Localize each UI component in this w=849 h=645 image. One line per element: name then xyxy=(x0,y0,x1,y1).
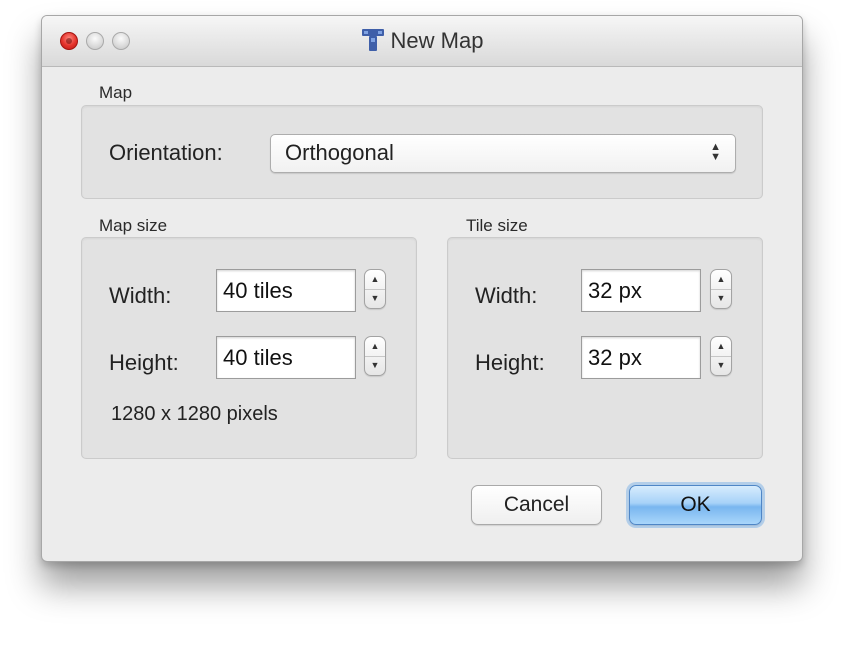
tile-height-input[interactable]: 32 px xyxy=(581,336,701,379)
stepper-down-icon[interactable]: ▼ xyxy=(365,289,385,308)
select-arrows-icon: ▲ ▼ xyxy=(710,141,721,163)
map-height-stepper[interactable]: ▲ ▼ xyxy=(364,336,386,376)
ok-button[interactable]: OK xyxy=(629,485,762,525)
map-pixel-size-text: 1280 x 1280 pixels xyxy=(111,403,278,425)
map-section-label: Map xyxy=(99,83,133,102)
window-title: New Map xyxy=(390,28,484,53)
orientation-value: Orthogonal xyxy=(285,140,394,165)
stepper-up-icon[interactable]: ▲ xyxy=(711,337,731,357)
stepper-up-icon[interactable]: ▲ xyxy=(365,337,385,357)
map-width-input[interactable]: 40 tiles xyxy=(216,269,356,312)
tile-size-group-box: Width: 32 px ▲ ▼ Height: 32 px ▲ ▼ xyxy=(447,237,763,459)
title-bar[interactable]: New Map xyxy=(42,16,802,67)
map-size-group-box: Width: 40 tiles ▲ ▼ Height: 40 tiles ▲ ▼… xyxy=(81,237,417,459)
tile-width-stepper[interactable]: ▲ ▼ xyxy=(710,269,732,309)
new-map-dialog: New Map Map Orientation: Orthogonal ▲ ▼ M… xyxy=(41,15,803,562)
stepper-down-icon[interactable]: ▼ xyxy=(711,289,731,308)
stepper-up-icon[interactable]: ▲ xyxy=(365,270,385,290)
stepper-up-icon[interactable]: ▲ xyxy=(711,270,731,290)
orientation-select[interactable]: Orthogonal ▲ ▼ xyxy=(270,134,736,173)
map-height-label: Height: xyxy=(109,350,179,375)
map-size-section-label: Map size xyxy=(99,216,168,235)
tile-width-label: Width: xyxy=(475,283,538,308)
stepper-down-icon[interactable]: ▼ xyxy=(711,356,731,375)
orientation-label: Orientation: xyxy=(109,140,223,165)
map-width-stepper[interactable]: ▲ ▼ xyxy=(364,269,386,309)
tile-height-label: Height: xyxy=(475,350,545,375)
tile-height-stepper[interactable]: ▲ ▼ xyxy=(710,336,732,376)
map-width-label: Width: xyxy=(109,283,172,308)
tile-width-input[interactable]: 32 px xyxy=(581,269,701,312)
desktop-backdrop: New Map Map Orientation: Orthogonal ▲ ▼ M… xyxy=(0,0,849,645)
map-height-input[interactable]: 40 tiles xyxy=(216,336,356,379)
cancel-button[interactable]: Cancel xyxy=(471,485,602,525)
stepper-down-icon[interactable]: ▼ xyxy=(365,356,385,375)
window-title-group: New Map xyxy=(42,28,802,58)
tiled-app-icon xyxy=(361,28,385,58)
map-group-box: Orientation: Orthogonal ▲ ▼ xyxy=(81,105,763,199)
tile-size-section-label: Tile size xyxy=(466,216,528,235)
